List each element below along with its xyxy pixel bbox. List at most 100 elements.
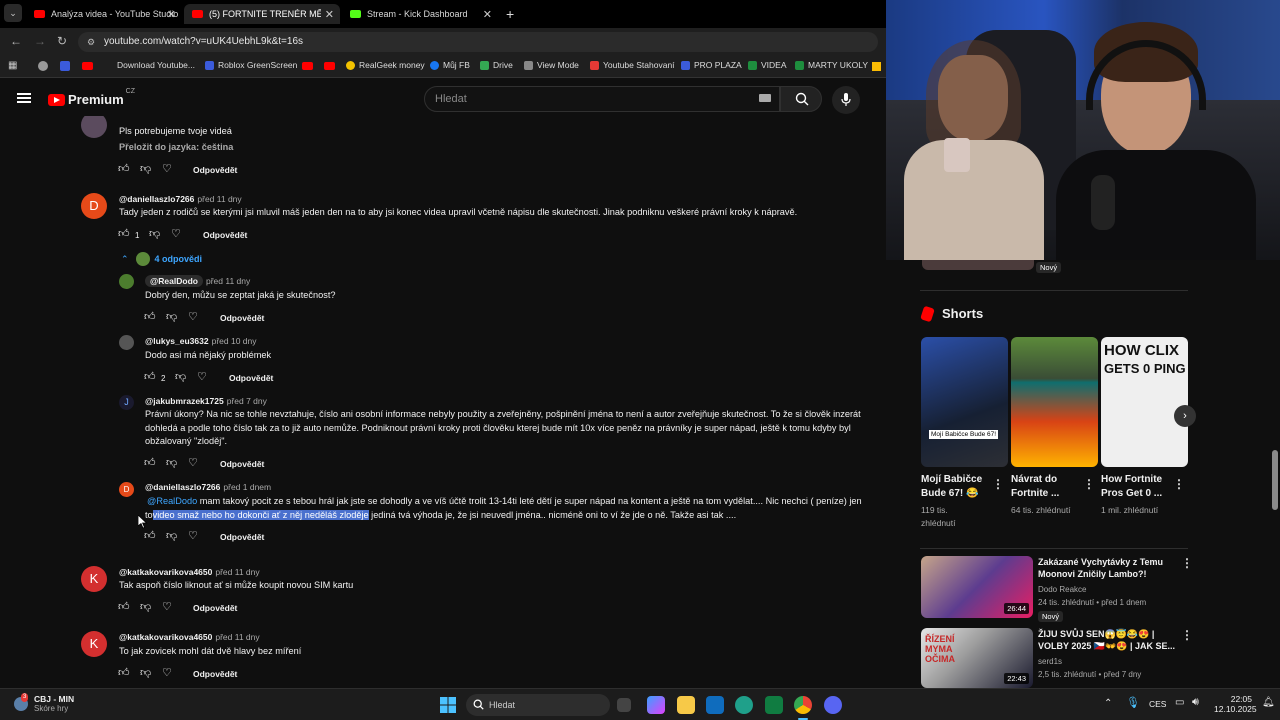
avatar[interactable]: J xyxy=(119,395,134,410)
network-icon[interactable]: ▭ xyxy=(1175,697,1184,708)
video-thumbnail[interactable]: 26:44 xyxy=(921,556,1033,618)
bookmark-view-mode[interactable]: View Mode xyxy=(524,60,579,70)
video-channel[interactable]: serd1s xyxy=(1038,656,1062,668)
avatar[interactable] xyxy=(119,335,134,350)
avatar[interactable]: D xyxy=(81,193,107,219)
tab-kick-dashboard[interactable]: Stream - Kick Dashboard ✕ xyxy=(342,4,498,24)
comment-author[interactable]: @daniellaszlo7266 před 11 dny xyxy=(119,194,242,204)
tab-youtube-studio[interactable]: Analýza videa - YouTube Studio ✕ xyxy=(26,4,182,24)
video-title[interactable]: ŽIJU SVŮJ SEN😱😇😂😍 | VOLBY 2025 🇨🇿👐😍 | JA… xyxy=(1038,628,1178,652)
avatar[interactable]: D xyxy=(119,482,134,497)
comment-author[interactable]: @katkakovarikova4650 před 11 dny xyxy=(119,567,260,577)
comment-author[interactable]: @lukys_eu3632 před 10 dny xyxy=(145,336,257,346)
voice-search-button[interactable] xyxy=(832,86,860,114)
heart-icon[interactable]: ♡ xyxy=(197,371,207,383)
like-icon[interactable]: 👍︎ xyxy=(144,457,156,469)
like-icon[interactable]: 👍︎ xyxy=(144,530,156,542)
bookmark-youtube-stahovani[interactable]: Youtube Stahovaní xyxy=(590,60,675,70)
keyboard-icon[interactable] xyxy=(759,94,771,102)
reply-button[interactable]: Odpovědět xyxy=(229,373,273,383)
bookmark-videa[interactable]: VIDEA xyxy=(748,60,787,70)
weather-widget[interactable]: 3 CBJ - MIN Skóre hry xyxy=(14,692,74,713)
reply-button[interactable]: Odpovědět xyxy=(203,230,247,240)
dislike-icon[interactable]: 👎︎ xyxy=(140,601,151,613)
shorts-next-button[interactable]: › xyxy=(1174,405,1196,427)
bookmark-roblox-greenscreen[interactable]: Roblox GreenScreen xyxy=(205,60,297,70)
forward-icon[interactable]: → xyxy=(34,34,46,48)
taskbar-search-input[interactable]: Hledat xyxy=(466,694,610,716)
replies-toggle[interactable]: ⌃ 4 odpovědi xyxy=(121,252,202,266)
bookmark-generic-icon[interactable] xyxy=(60,61,70,71)
outlook-icon[interactable] xyxy=(706,696,724,714)
back-icon[interactable]: ← xyxy=(10,34,22,48)
dislike-icon[interactable]: 👎︎ xyxy=(166,457,177,469)
bookmark-download-youtube[interactable]: Download Youtube... xyxy=(117,60,195,70)
video-channel[interactable]: Dodo Reakce xyxy=(1038,584,1086,596)
heart-icon[interactable]: ♡ xyxy=(162,601,172,613)
bookmark-chrome-icon[interactable] xyxy=(38,61,48,71)
bookmark-youtube-icon[interactable] xyxy=(82,62,93,70)
heart-icon[interactable]: ♡ xyxy=(188,530,198,542)
like-icon[interactable]: 👍︎ xyxy=(118,601,130,613)
reply-button[interactable]: Odpovědět xyxy=(220,532,264,542)
apps-grid-icon[interactable]: ▦ xyxy=(8,60,17,71)
short-thumbnail[interactable] xyxy=(1011,337,1098,467)
windows-start-icon[interactable] xyxy=(439,696,457,714)
file-explorer-icon[interactable] xyxy=(677,696,695,714)
short-title[interactable]: How Fortnite Pros Get 0 ... xyxy=(1101,473,1176,501)
bookmark-youtube-icon[interactable] xyxy=(302,62,313,70)
task-view-icon[interactable] xyxy=(617,698,631,712)
microphone-tray-icon[interactable]: 🎙︎ xyxy=(1126,696,1140,709)
prev-video-thumb-fragment[interactable] xyxy=(922,260,1034,270)
discord-icon[interactable] xyxy=(824,696,842,714)
like-icon[interactable]: 👍︎ xyxy=(144,371,156,383)
close-tab-icon[interactable]: ✕ xyxy=(325,8,334,21)
short-thumbnail[interactable]: HOW CLIX GETS 0 PING xyxy=(1101,337,1188,467)
like-icon[interactable]: 👍︎ xyxy=(144,311,156,323)
comment-author[interactable]: @katkakovarikova4650 před 11 dny xyxy=(119,632,260,642)
avatar[interactable]: K xyxy=(81,566,107,592)
close-tab-icon[interactable]: ✕ xyxy=(483,8,492,21)
bookmark-drive[interactable]: Drive xyxy=(480,60,513,70)
new-tab-button[interactable]: + xyxy=(506,6,514,22)
dislike-icon[interactable]: 👎︎ xyxy=(175,371,186,383)
short-more-icon[interactable]: ⋮ xyxy=(992,477,1004,491)
reply-button[interactable]: Odpovědět xyxy=(193,603,237,613)
bookmark-muj-fb[interactable]: Můj FB xyxy=(430,60,470,70)
tab-list-dropdown-icon[interactable]: ⌄ xyxy=(4,4,22,22)
bookmark-marty-ukoly[interactable]: MARTY UKOLY xyxy=(795,60,868,70)
clock[interactable]: 22:05 12.10.2025 xyxy=(1214,694,1257,714)
search-button[interactable] xyxy=(780,86,822,112)
short-title[interactable]: Mojí Babičce Bude 67! 😂 xyxy=(921,473,996,501)
bookmark-drive-icon[interactable] xyxy=(872,62,881,71)
dislike-icon[interactable]: 👎︎ xyxy=(149,228,160,240)
bookmark-realgeek-money[interactable]: RealGeek money xyxy=(346,60,425,70)
mention-link[interactable]: @RealDodo xyxy=(147,496,197,506)
heart-icon[interactable]: ♡ xyxy=(162,667,172,679)
youtube-premium-logo[interactable]: Premium CZ xyxy=(48,88,135,107)
avatar[interactable]: K xyxy=(81,631,107,657)
scrollbar-thumb[interactable] xyxy=(1272,450,1278,510)
avatar[interactable] xyxy=(119,274,134,289)
notification-bell-icon[interactable]: 🔔︎ xyxy=(1262,697,1275,708)
dislike-icon[interactable]: 👎︎ xyxy=(166,530,177,542)
video-title[interactable]: Zakázané Vychytávky z Temu Moonovi Zniči… xyxy=(1038,556,1178,580)
like-icon[interactable]: 👍︎ xyxy=(118,667,130,679)
reload-icon[interactable]: ↻ xyxy=(57,34,67,48)
search-input[interactable]: Hledat xyxy=(424,86,780,112)
language-indicator[interactable]: CES xyxy=(1149,699,1166,709)
bookmark-pro-plaza[interactable]: PRO PLAZA xyxy=(681,60,742,70)
reply-button[interactable]: Odpovědět xyxy=(193,669,237,679)
translate-link[interactable]: Přeložit do jazyka: čeština xyxy=(119,141,233,155)
bookmark-youtube-icon[interactable] xyxy=(324,62,335,70)
reply-button[interactable]: Odpovědět xyxy=(220,459,264,469)
chrome-icon[interactable] xyxy=(794,696,812,714)
reply-button[interactable]: Odpovědět xyxy=(220,313,264,323)
short-title[interactable]: Návrat do Fortnite ... xyxy=(1011,473,1076,501)
copilot-icon[interactable] xyxy=(647,696,665,714)
edge-icon[interactable] xyxy=(735,696,753,714)
site-info-icon[interactable]: ⚙ xyxy=(87,32,95,52)
menu-icon[interactable] xyxy=(17,93,31,103)
avatar[interactable] xyxy=(81,116,107,138)
tab-fortnite-video[interactable]: (5) FORTNITE TRENÉR MĚ OKRA ✕ xyxy=(184,4,340,24)
